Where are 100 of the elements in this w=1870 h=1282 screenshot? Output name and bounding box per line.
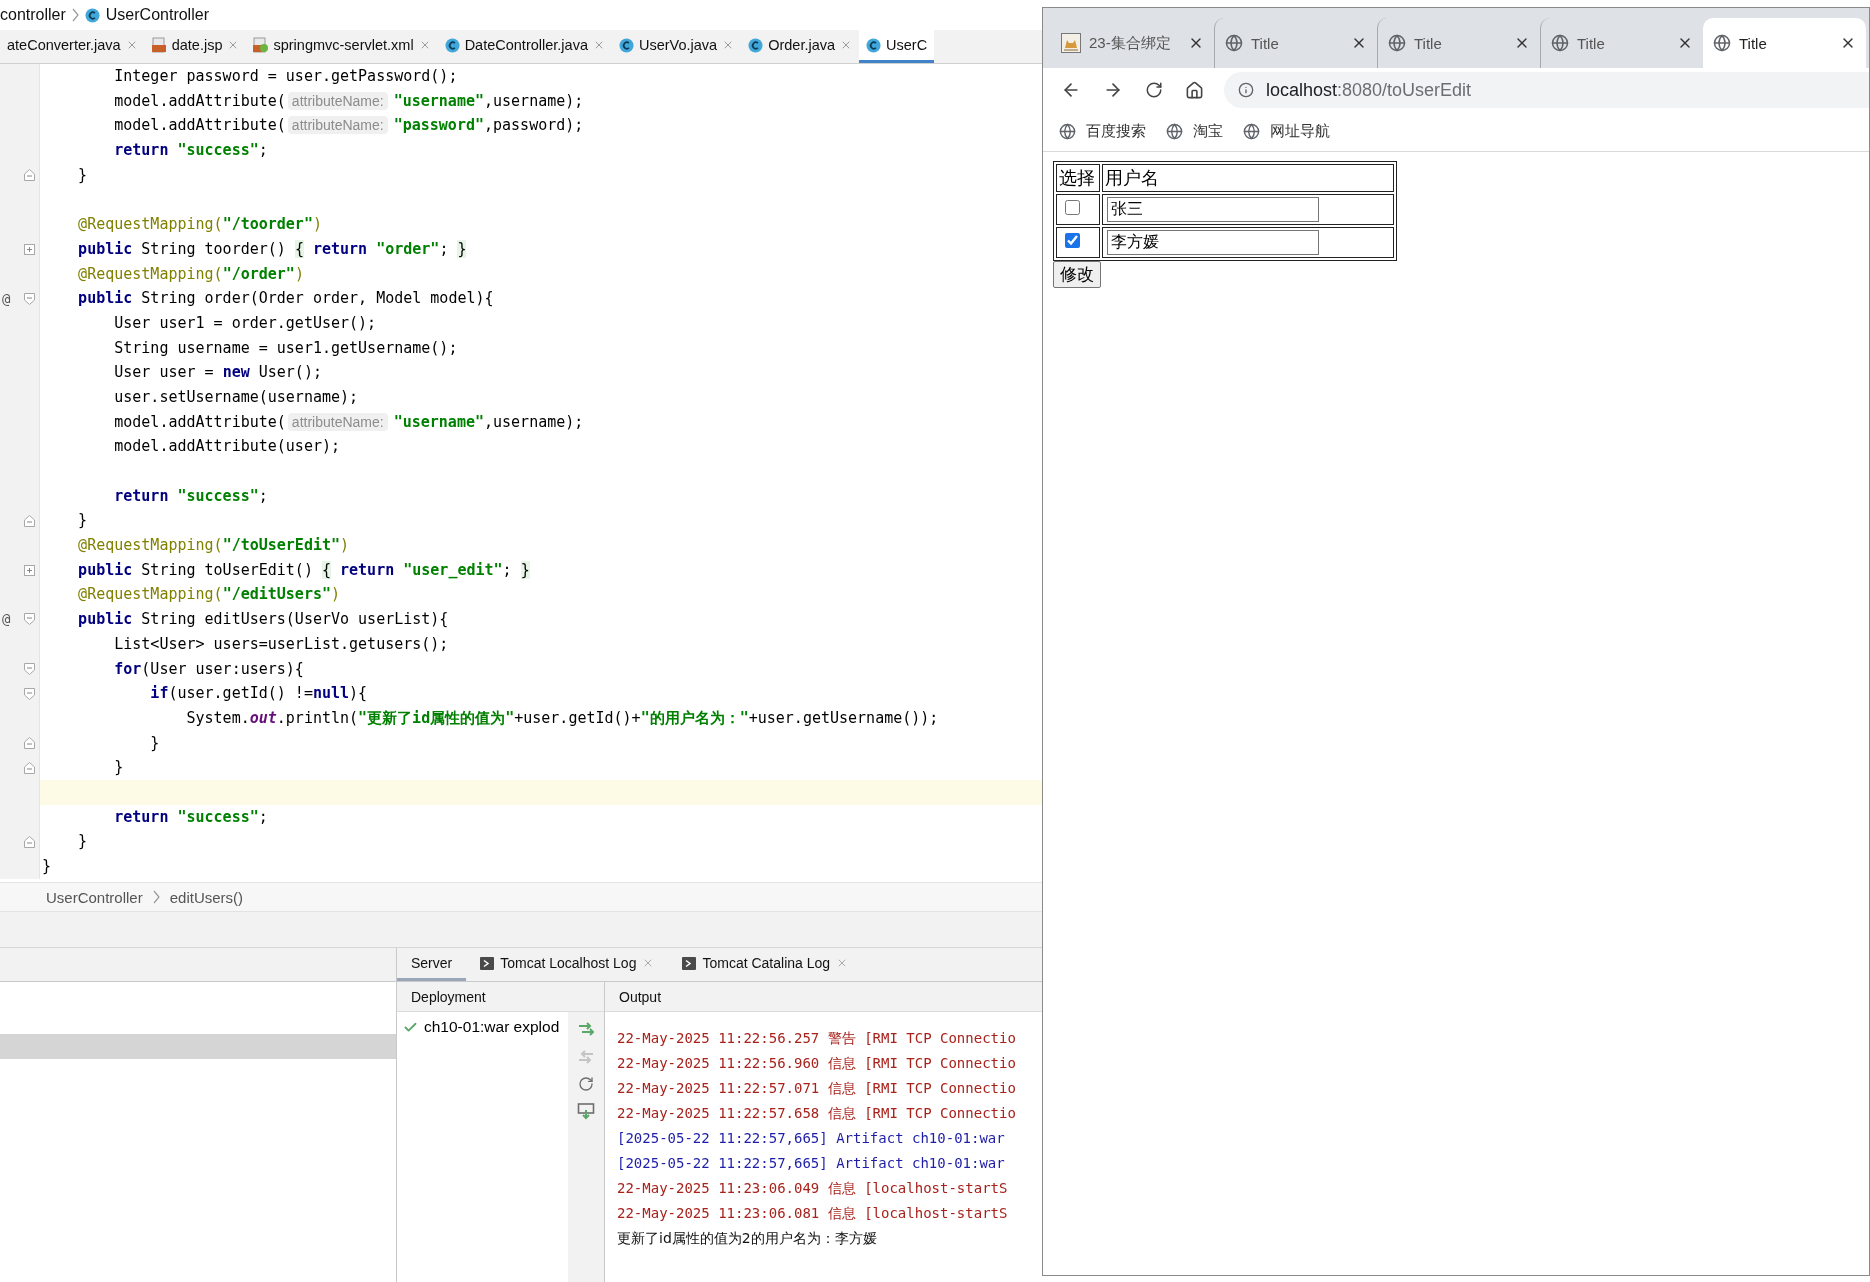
column-header: 选择 xyxy=(1056,164,1100,192)
row-checkbox[interactable] xyxy=(1065,200,1080,215)
class-icon xyxy=(618,37,634,53)
download-icon[interactable] xyxy=(577,1102,595,1120)
code-line: public String toUserEdit() { return "user_edit"; } xyxy=(77,559,531,581)
refresh-icon[interactable] xyxy=(578,1076,594,1092)
fold-end-icon[interactable] xyxy=(24,761,35,774)
deployment-item[interactable]: ch10-01:war explod xyxy=(397,1018,568,1036)
expand-icon[interactable] xyxy=(24,564,35,576)
code-line: Integer password = user.getPassword(); xyxy=(113,66,459,87)
code-line: return "success"; xyxy=(113,485,269,507)
log-line: 22-May-2025 11:22:56.257 警告 [RMI TCP Connectio xyxy=(617,1029,1017,1048)
code-line: @RequestMapping("/toUserEdit") xyxy=(77,535,351,557)
file-tab[interactable]: DateController.java xyxy=(437,30,612,63)
globe-icon xyxy=(1551,34,1569,52)
code-line: for(User user:users){ xyxy=(113,658,305,680)
xml-file-icon xyxy=(253,37,269,53)
browser-tab[interactable]: 23-集合绑定 xyxy=(1051,18,1214,68)
globe-icon xyxy=(1166,123,1183,140)
gutter-marker[interactable]: @ xyxy=(2,611,11,628)
code-line: model.addAttribute( attributeName: "username",username); xyxy=(113,411,585,433)
console-icon xyxy=(682,956,697,970)
column-header: 用户名 xyxy=(1102,164,1394,192)
tool-tab[interactable]: Tomcat Catalina Log xyxy=(668,948,863,981)
file-tab[interactable]: springmvc-servlet.xml xyxy=(246,30,438,63)
code-line: } xyxy=(77,510,89,532)
chevron-icon xyxy=(71,8,79,22)
bookmark[interactable]: 网址导航 xyxy=(1243,122,1330,141)
globe-icon xyxy=(1243,123,1260,140)
log-line: [2025-05-22 11:22:57,665] Artifact ch10-01:war xyxy=(617,1129,1006,1148)
bookmark[interactable]: 百度搜索 xyxy=(1059,122,1146,141)
breadcrumb-item[interactable]: controller xyxy=(0,6,66,24)
expand-icon[interactable] xyxy=(24,243,35,255)
code-line: return "success"; xyxy=(113,806,269,828)
code-line: @RequestMapping("/toorder") xyxy=(77,214,323,236)
code-line: @RequestMapping("/editUsers") xyxy=(77,584,342,606)
code-line: User user1 = order.getUser(); xyxy=(113,312,378,334)
fold-end-icon[interactable] xyxy=(24,514,35,527)
browser-tab[interactable]: Title xyxy=(1377,18,1540,68)
deploy-icon[interactable] xyxy=(577,1020,595,1038)
log-line: 22-May-2025 11:22:57.071 信息 [RMI TCP Connectio xyxy=(617,1079,1017,1098)
jsp-file-icon xyxy=(151,37,167,53)
browser-tab[interactable]: Title xyxy=(1214,18,1377,68)
file-tab[interactable]: Order.java xyxy=(741,30,860,63)
code-line: model.addAttribute( attributeName: "username",username); xyxy=(113,90,585,112)
fold-icon[interactable] xyxy=(24,687,35,700)
code-line: } xyxy=(41,856,53,877)
log-line: 22-May-2025 11:23:06.049 信息 [localhost-startS xyxy=(617,1179,1009,1198)
code-line: public String order(Order order, Model model){ xyxy=(77,288,495,310)
bookmark[interactable]: 淘宝 xyxy=(1166,122,1223,141)
fold-end-icon[interactable] xyxy=(24,835,35,848)
submit-button[interactable]: 修改 xyxy=(1053,261,1101,288)
cat-icon xyxy=(1061,33,1081,53)
globe-icon xyxy=(1388,34,1406,52)
fold-icon[interactable] xyxy=(24,613,35,626)
code-line: @RequestMapping("/order") xyxy=(77,263,305,285)
gutter-marker[interactable]: @ xyxy=(2,290,11,307)
browser-tab[interactable]: Title xyxy=(1703,18,1866,68)
code-line: } xyxy=(77,831,89,853)
log-line: 更新了id属性的值为2的用户名为：李方媛 xyxy=(617,1229,878,1248)
tool-tab[interactable]: Tomcat Localhost Log xyxy=(466,948,669,981)
class-icon xyxy=(866,37,882,53)
breadcrumb-item[interactable]: editUsers() xyxy=(169,888,244,906)
code-line: user.setUsername(username); xyxy=(113,386,360,408)
class-icon xyxy=(444,37,460,53)
code-line: } xyxy=(77,164,89,186)
code-line: if(user.getId() !=null){ xyxy=(149,683,369,705)
username-field[interactable]: 张三 xyxy=(1107,197,1319,222)
breadcrumb-item[interactable]: UserController xyxy=(105,6,209,24)
globe-icon xyxy=(1059,123,1076,140)
file-tab[interactable]: ateConverter.java xyxy=(0,30,145,63)
globe-icon xyxy=(1225,34,1243,52)
breadcrumb-item[interactable]: UserController xyxy=(46,888,143,906)
log-line: 22-May-2025 11:22:57.658 信息 [RMI TCP Connectio xyxy=(617,1104,1017,1123)
code-line: } xyxy=(149,732,161,754)
fold-end-icon[interactable] xyxy=(24,169,35,182)
console-icon xyxy=(480,956,495,970)
code-line: System.out.println("更新了id属性的值为"+user.getId()+"的用户名为："+user.getUsername()); xyxy=(185,707,940,729)
file-tab[interactable]: UserVo.java xyxy=(611,30,742,63)
row-checkbox[interactable] xyxy=(1065,233,1080,248)
pane-header: Output xyxy=(605,982,1042,1012)
code-line: List<User> users=userList.getusers(); xyxy=(113,633,450,655)
fold-icon[interactable] xyxy=(24,662,35,675)
code-line: User user = new User(); xyxy=(113,362,323,384)
fold-end-icon[interactable] xyxy=(24,736,35,749)
code-line: model.addAttribute( attributeName: "password",password); xyxy=(113,115,585,137)
chevron-icon xyxy=(152,890,160,904)
fold-icon[interactable] xyxy=(24,292,35,305)
code-line: String username = user1.getUsername(); xyxy=(113,337,459,359)
username-field[interactable]: 李方媛 xyxy=(1107,230,1319,255)
address-bar[interactable]: localhost:8080/toUserEdit xyxy=(1224,72,1869,108)
code-line: } xyxy=(113,757,125,779)
file-tab[interactable]: date.jsp xyxy=(144,30,247,63)
pane-header: Deployment xyxy=(397,982,604,1012)
info-icon[interactable] xyxy=(1238,82,1254,98)
code-line: return "success"; xyxy=(113,140,269,162)
globe-icon xyxy=(1713,34,1731,52)
file-tab[interactable]: UserC xyxy=(859,30,935,63)
code-line: public String toorder() { return "order"; } xyxy=(77,238,468,260)
class-icon xyxy=(84,7,100,23)
